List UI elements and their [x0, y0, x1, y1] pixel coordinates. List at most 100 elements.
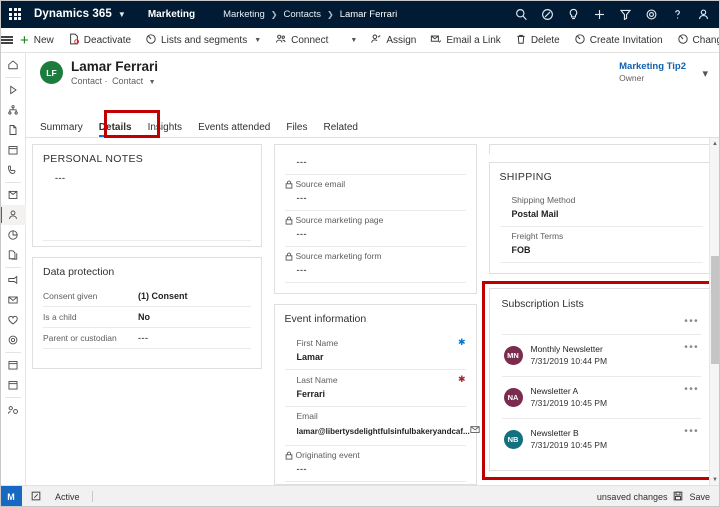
- breadcrumb-item-1[interactable]: Contacts: [284, 9, 322, 20]
- field-originating-event[interactable]: Originating event ---: [284, 446, 466, 482]
- contact-person-icon[interactable]: [0, 205, 26, 225]
- scroll-down-arrow-icon[interactable]: ▼: [710, 474, 720, 485]
- owner-field[interactable]: Marketing Tip2 Owner: [619, 61, 686, 83]
- help-icon[interactable]: [664, 0, 690, 28]
- command-deactivate[interactable]: Deactivate: [61, 28, 138, 53]
- email-link-icon: [430, 33, 442, 48]
- field-label: Originating event: [295, 450, 360, 460]
- tab-summary[interactable]: Summary: [40, 122, 91, 137]
- breadcrumb-item-0[interactable]: Marketing: [223, 9, 265, 20]
- scroll-up-arrow-icon[interactable]: ▲: [710, 138, 720, 149]
- file-icon[interactable]: [0, 120, 26, 140]
- command-connect[interactable]: Connect: [268, 28, 335, 53]
- field-row-parent-or-custodian[interactable]: Parent or custodian ---: [43, 328, 251, 349]
- pin-icon[interactable]: [31, 491, 41, 503]
- rail-divider: [4, 267, 21, 268]
- calendar-event-icon[interactable]: [0, 355, 26, 375]
- chevron-down-icon[interactable]: ▼: [254, 37, 261, 44]
- field-first-name[interactable]: First Name ✱ Lamar: [284, 333, 466, 370]
- mail-icon[interactable]: [0, 290, 26, 310]
- campaign-icon[interactable]: [0, 270, 26, 290]
- field-label: Is a child: [43, 312, 77, 322]
- filter-icon[interactable]: [612, 0, 638, 28]
- field-row-is-a-child[interactable]: Is a child No: [43, 307, 251, 328]
- field-shipping-method[interactable]: Shipping Method Postal Mail: [499, 191, 703, 227]
- personal-notes-value[interactable]: ---: [55, 173, 251, 184]
- rail-divider: [4, 397, 21, 398]
- command-create-invitation[interactable]: Create Invitation: [567, 28, 670, 53]
- subscription-date: 7/31/2019 10:45 PM: [530, 440, 608, 450]
- waffle-grid-icon[interactable]: [0, 8, 30, 20]
- field-email[interactable]: Email lamar@libertysdelightfulsinfulbake…: [284, 407, 480, 446]
- form-column-2: --- Source email --- Source marketing pa…: [268, 144, 483, 485]
- gear-icon[interactable]: [638, 0, 664, 28]
- social-icon[interactable]: [0, 400, 26, 420]
- subscription-lists-overflow-button[interactable]: •••: [490, 310, 714, 334]
- list-item-overflow-button[interactable]: •••: [684, 384, 699, 395]
- chevron-down-icon[interactable]: ▼: [149, 79, 156, 86]
- scrollbar-thumb[interactable]: [711, 256, 719, 364]
- vertical-scrollbar[interactable]: ▲ ▼: [709, 138, 720, 485]
- page-title: Lamar Ferrari: [71, 59, 159, 74]
- tab-events-attended[interactable]: Events attended: [190, 122, 278, 137]
- brand-chevron-down-icon[interactable]: ▼: [118, 10, 126, 19]
- list-item-overflow-button[interactable]: •••: [684, 426, 699, 437]
- tab-files[interactable]: Files: [278, 122, 315, 137]
- save-disk-icon[interactable]: [673, 491, 683, 503]
- command-email-a-link[interactable]: Email a Link: [423, 28, 507, 53]
- tab-related[interactable]: Related: [315, 122, 365, 137]
- calendar-icon[interactable]: [0, 140, 26, 160]
- field-freight-terms[interactable]: Freight Terms FOB: [499, 227, 703, 263]
- home-icon[interactable]: [0, 55, 26, 75]
- required-indicator-icon: ✱: [457, 374, 466, 384]
- field-value: No: [138, 312, 150, 322]
- header-chevron-down-icon[interactable]: ▾: [702, 67, 708, 80]
- calendar-event2-icon[interactable]: [0, 375, 26, 395]
- email-icon[interactable]: [470, 421, 480, 439]
- lock-icon: [285, 252, 293, 261]
- owner-label: Owner: [619, 73, 645, 83]
- field-top-partial[interactable]: ---: [284, 149, 466, 175]
- sitemap-icon[interactable]: [0, 100, 26, 120]
- heart-icon[interactable]: [0, 310, 26, 330]
- field-source-marketing-page[interactable]: Source marketing page ---: [284, 211, 466, 247]
- field-label-row: First Name ✱: [297, 337, 466, 348]
- left-icon-rail: [0, 53, 26, 485]
- play-icon[interactable]: [0, 80, 26, 100]
- command-lists-and-segments[interactable]: Lists and segments ▼: [138, 28, 268, 53]
- list-item[interactable]: NA Newsletter A 7/31/2019 10:45 PM •••: [490, 377, 714, 418]
- record-entity-label: Contact: [71, 76, 103, 86]
- field-row-consent-given[interactable]: Consent given (1) Consent: [43, 286, 251, 307]
- settings-gear-icon[interactable]: [0, 330, 26, 350]
- field-last-name[interactable]: Last Name ✱ Ferrari: [284, 370, 466, 407]
- hamburger-icon[interactable]: [0, 28, 13, 53]
- lightbulb-icon[interactable]: [560, 0, 586, 28]
- field-value: ---: [296, 464, 307, 474]
- owner-name[interactable]: Marketing Tip2: [619, 61, 686, 72]
- person-icon[interactable]: [690, 0, 716, 28]
- email-template-icon[interactable]: [0, 185, 26, 205]
- plus-icon[interactable]: [586, 0, 612, 28]
- command-delete[interactable]: Delete: [508, 28, 567, 53]
- main-body: LF Lamar Ferrari Contact · Contact ▼ Mar…: [0, 53, 720, 485]
- save-button[interactable]: Save: [689, 492, 710, 502]
- field-source-marketing-form[interactable]: Source marketing form ---: [284, 247, 466, 283]
- card-title: Event information: [284, 313, 367, 325]
- form-area: PERSONAL NOTES --- Data protection Conse…: [26, 138, 720, 485]
- list-item[interactable]: MN Monthly Newsletter 7/31/2019 10:44 PM…: [490, 335, 714, 376]
- assistant-icon[interactable]: [534, 0, 560, 28]
- connect-chevron[interactable]: ▼: [341, 28, 363, 53]
- field-label: Last Name: [296, 374, 338, 385]
- segments-icon[interactable]: [0, 245, 26, 265]
- command-change-password[interactable]: Change Password: [670, 28, 720, 53]
- field-label-row: Email: [297, 411, 466, 421]
- list-item[interactable]: NB Newsletter B 7/31/2019 10:45 PM •••: [490, 419, 714, 460]
- search-icon[interactable]: [508, 0, 534, 28]
- command-new[interactable]: + New: [13, 28, 61, 53]
- list-item-overflow-button[interactable]: •••: [684, 342, 699, 353]
- chevron-down-icon[interactable]: ▼: [350, 37, 357, 44]
- field-source-email[interactable]: Source email ---: [284, 175, 466, 211]
- pie-chart-icon[interactable]: [0, 225, 26, 245]
- command-assign[interactable]: Assign: [363, 28, 423, 53]
- phone-icon[interactable]: [0, 160, 26, 180]
